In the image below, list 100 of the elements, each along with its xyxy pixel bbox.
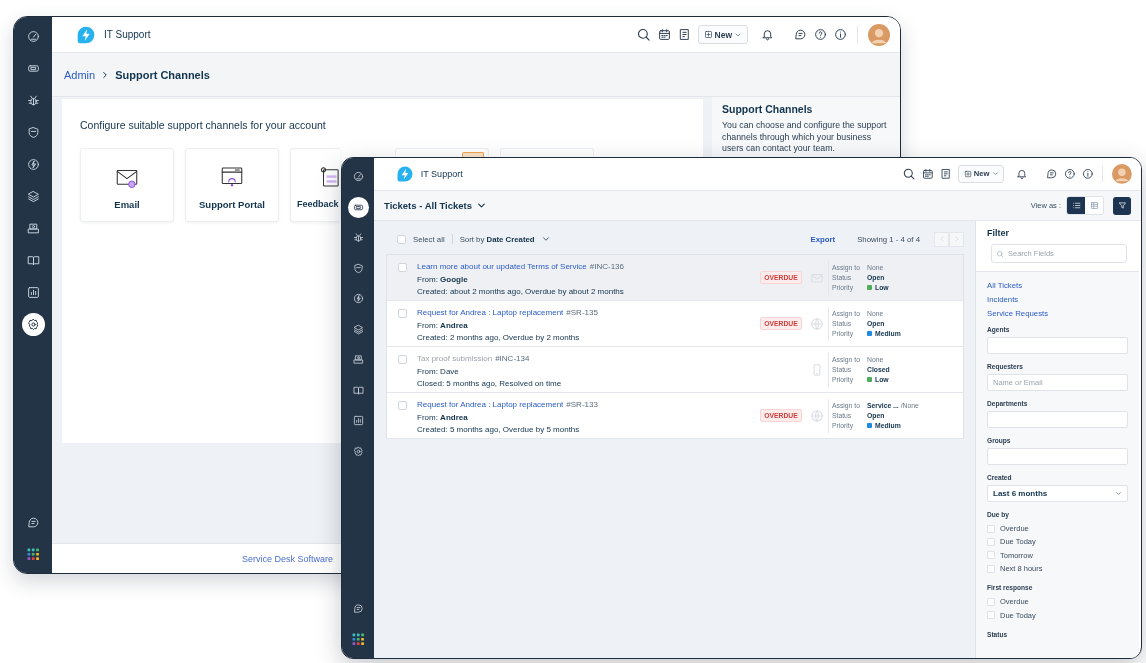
layers-icon [352,323,364,335]
settings-icon [26,318,40,331]
checkbox[interactable] [987,524,995,533]
bolt-icon [26,158,40,171]
intro-text: Configure suitable support channels for your account [80,119,327,131]
gauge-icon [352,171,364,182]
ticket-icon [26,62,40,75]
help-icon[interactable] [1063,168,1076,180]
view-toggle[interactable] [1085,197,1103,214]
ticket-timeline: Created: 2 months ago, Overdue by 2 months [417,333,581,342]
book-icon [26,254,40,267]
layers-icon [26,190,40,203]
bell-icon[interactable] [761,28,774,41]
notes-icon[interactable] [940,168,952,180]
globe-icon [810,316,824,331]
filter-icon [1117,201,1127,210]
book-icon [352,384,364,396]
checkbox[interactable] [398,309,407,318]
checkbox[interactable] [987,597,995,606]
plus-icon [963,169,972,179]
ticket-number: #SR-133 [566,400,598,409]
checkbox[interactable] [397,234,406,244]
gauge-icon [26,30,40,43]
bug-icon [352,232,364,243]
created-dropdown[interactable]: Last 6 months [987,485,1128,502]
channel-label: Feedback [297,199,339,209]
phone-icon [810,362,824,377]
logo-icon [76,24,96,45]
help-icon[interactable] [814,28,827,41]
chart-icon [352,415,364,426]
globe-icon [810,408,824,423]
input-field[interactable] [987,337,1128,354]
requester-text: From: Dave [417,366,460,376]
ticket-timeline: Created: 5 months ago, Overdue by 5 months [417,425,581,434]
view-toggle[interactable] [1067,197,1085,214]
checkbox[interactable] [398,401,407,410]
breadcrumb-link[interactable]: Admin [64,68,96,81]
list-icon [1071,201,1081,210]
requester-text: From: Google [417,274,469,284]
ticket-number: #INC-134 [495,354,530,363]
shield-icon [352,262,364,274]
ticket-subject-link[interactable]: Request for Andrea : Laptop replacement [417,400,564,409]
search-icon [996,250,1004,258]
search-icon[interactable] [902,167,916,181]
shield-icon [26,126,40,139]
checkbox[interactable] [987,537,995,546]
bolt-icon [352,293,364,304]
info-icon[interactable] [1081,168,1094,180]
chat-icon[interactable] [1045,168,1058,180]
input-field[interactable] [987,448,1128,465]
tray-icon [26,222,40,235]
apps-icon[interactable] [26,548,40,561]
chart-icon [26,286,40,299]
calendar-icon[interactable] [657,28,671,41]
channel-card[interactable]: Support Portal [185,148,279,222]
requester-text: From: Andrea [417,412,469,422]
bug-icon [26,94,40,107]
channel-card[interactable]: Email [80,148,174,222]
ticket-number: #INC-136 [589,262,624,271]
checkbox[interactable] [987,564,995,573]
ticket-timeline: Created: about 2 months ago, Overdue by about 2 months [417,287,625,296]
channel-label: Support Portal [199,199,265,210]
ticket-timeline: Closed: 5 months ago, Resolved on time [417,379,563,388]
sidebar-item[interactable] [347,196,369,218]
chat-icon[interactable] [794,28,807,41]
calendar-icon[interactable] [922,168,934,180]
sidebar-item[interactable] [21,313,45,336]
caret-icon [476,200,487,211]
caret-icon [991,170,999,178]
info-text: You can choose and configure the support channels through which your business users can contact your team. [722,120,888,155]
app-title: IT Support [104,29,152,40]
footer-link[interactable]: Service Desk Software [242,553,334,564]
settings-icon [352,445,364,457]
search-icon[interactable] [635,27,651,42]
channel-card[interactable]: Feedback [290,148,340,222]
logo-icon [395,165,414,183]
caret-icon [1115,490,1122,497]
plus-icon [703,30,713,39]
apps-icon[interactable] [351,633,365,646]
info-icon[interactable] [834,28,847,41]
view-dropdown[interactable]: Tickets - All Tickets [384,200,487,211]
tray-icon [352,354,364,365]
ticket-number: #SR-135 [566,308,598,317]
new-button[interactable]: New [697,25,748,44]
table-icon [1089,201,1099,210]
notes-icon[interactable] [677,28,691,41]
checkbox[interactable] [398,263,407,272]
filter-button[interactable] [1113,196,1131,215]
ticket-subject-link[interactable]: Request for Andrea : Laptop replacement [417,308,564,317]
app-title: IT Support [420,169,464,179]
checkbox[interactable] [987,551,995,560]
filter-title: Filter [987,228,1010,238]
requester-text: From: Andrea [417,320,469,330]
input-field[interactable] [987,411,1128,428]
checkbox[interactable] [987,611,995,620]
checkbox[interactable] [398,355,407,364]
caret-icon [540,234,551,244]
ticket-subject-link[interactable]: Learn more about our updated Terms of Service [417,262,587,271]
chat-icon[interactable] [26,516,40,529]
bell-icon[interactable] [1015,168,1028,180]
